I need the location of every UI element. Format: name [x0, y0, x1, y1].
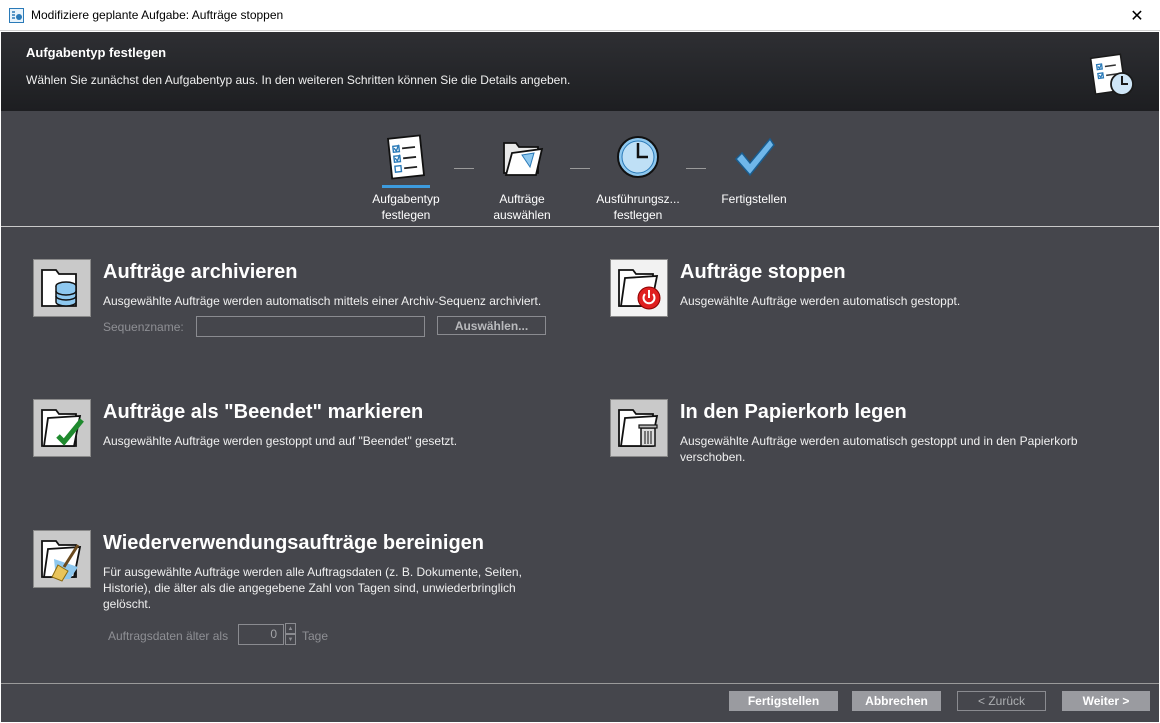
- option-mark-finished[interactable]: Aufträge als "Beendet" markieren Ausgewä…: [33, 399, 573, 459]
- wizard-body: Aufgabentypfestlegen Aufträgeauswählen: [1, 111, 1159, 722]
- option-icon-box[interactable]: [610, 259, 668, 317]
- sequence-name-input[interactable]: [196, 316, 425, 337]
- step-finish[interactable]: Fertigstellen: [709, 133, 799, 207]
- step-label: Aufgabentyp festlegen: [372, 192, 440, 222]
- step-separator: [570, 168, 590, 169]
- days-input[interactable]: 0: [238, 624, 284, 645]
- step-active-indicator: [382, 185, 430, 188]
- step-task-type[interactable]: Aufgabentyp festlegen: [361, 133, 451, 223]
- header-title: Aufgabentyp festlegen: [26, 45, 167, 60]
- option-title: Aufträge als "Beendet" markieren: [103, 401, 424, 423]
- option-icon-box[interactable]: [33, 530, 91, 588]
- finish-button[interactable]: Fertigstellen: [729, 691, 838, 711]
- clock-icon: [617, 136, 659, 178]
- app-icon: [9, 8, 24, 23]
- step-label: Ausführungsz... festlegen: [596, 192, 680, 222]
- option-title: Wiederverwendungsaufträge bereinigen: [103, 532, 485, 554]
- archive-database-icon: [41, 269, 77, 307]
- checkmark-icon: [734, 137, 775, 177]
- window-titlebar: Modifiziere geplante Aufgabe: Aufträge s…: [0, 0, 1160, 31]
- wizard-steps: Aufgabentypfestlegen Aufträgeauswählen: [1, 111, 1159, 227]
- open-folder-icon: [503, 142, 544, 176]
- scheduled-task-icon: [1089, 53, 1134, 96]
- days-spinner[interactable]: ▲ ▼: [285, 623, 296, 646]
- close-icon[interactable]: ✕: [1114, 0, 1160, 31]
- option-trash[interactable]: In den Papierkorb legen Ausgewählte Auft…: [610, 399, 1130, 469]
- spinner-down-icon[interactable]: ▼: [285, 634, 296, 645]
- sequence-name-label: Sequenzname:: [103, 320, 184, 334]
- step-execution-time[interactable]: Ausführungsz... festlegen: [593, 133, 683, 223]
- option-title: In den Papierkorb legen: [680, 401, 907, 423]
- option-icon-box[interactable]: [33, 259, 91, 317]
- back-button[interactable]: < Zurück: [957, 691, 1046, 711]
- stop-folder-icon: [618, 269, 661, 310]
- option-title: Aufträge stoppen: [680, 261, 846, 283]
- wizard-header: Aufgabentyp festlegen Wählen Sie zunächs…: [1, 32, 1159, 111]
- option-cleanup[interactable]: Wiederverwendungsaufträge bereinigen Für…: [33, 530, 573, 620]
- option-description: Ausgewählte Aufträge werden automatisch …: [103, 294, 542, 308]
- option-icon-box[interactable]: [33, 399, 91, 457]
- checklist-icon: [387, 134, 425, 180]
- step-separator: [686, 168, 706, 169]
- window-title: Modifiziere geplante Aufgabe: Aufträge s…: [31, 8, 284, 22]
- step-separator: [454, 168, 474, 169]
- step-select-jobs[interactable]: Aufträge auswählen: [477, 133, 567, 223]
- next-button[interactable]: Weiter >: [1062, 691, 1150, 711]
- trash-folder-icon: [618, 409, 659, 447]
- cancel-button[interactable]: Abbrechen: [852, 691, 941, 711]
- step-label: Fertigstellen: [721, 192, 787, 206]
- finished-folder-icon: [41, 409, 84, 447]
- option-title: Aufträge archivieren: [103, 261, 298, 283]
- header-subtitle: Wählen Sie zunächst den Aufgabentyp aus.…: [26, 73, 571, 87]
- select-sequence-button[interactable]: Auswählen...: [437, 316, 546, 335]
- option-description: Für ausgewählte Aufträge werden alle Auf…: [103, 565, 522, 611]
- spinner-up-icon[interactable]: ▲: [285, 623, 296, 634]
- footer-divider: [1, 683, 1159, 684]
- option-description: Ausgewählte Aufträge werden automatisch …: [680, 434, 1078, 464]
- step-label: Aufträge auswählen: [493, 192, 551, 222]
- option-description: Ausgewählte Aufträge werden automatisch …: [680, 294, 961, 308]
- days-unit: Tage: [302, 629, 329, 643]
- option-stop[interactable]: Aufträge stoppen Ausgewählte Aufträge we…: [610, 259, 1130, 319]
- option-icon-box[interactable]: [610, 399, 668, 457]
- days-label: Auftragsdaten älter als: [108, 629, 229, 643]
- option-description: Ausgewählte Aufträge werden gestoppt und…: [103, 434, 458, 448]
- broom-folder-icon: [41, 540, 82, 582]
